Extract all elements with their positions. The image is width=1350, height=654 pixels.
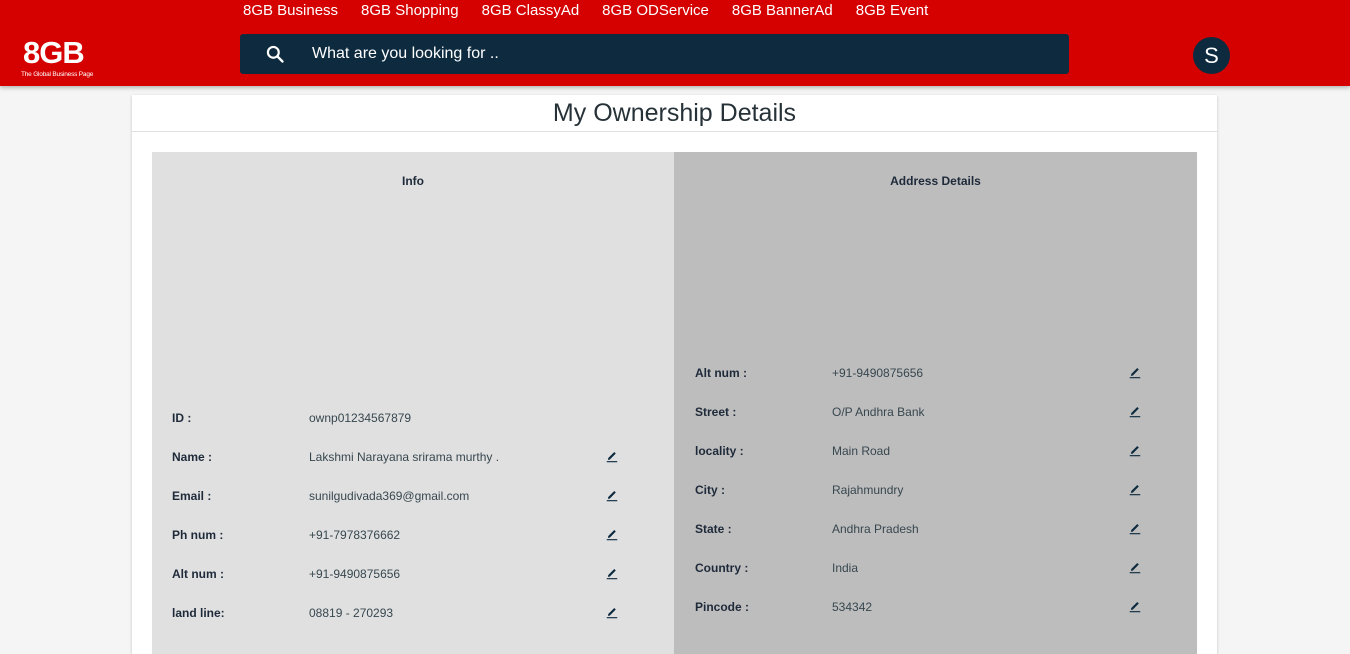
page-title: My Ownership Details bbox=[552, 99, 797, 127]
brand-logo[interactable]: 8GB The Global Business Page bbox=[20, 36, 102, 82]
edit-street-icon[interactable] bbox=[1128, 405, 1142, 419]
edit-name-icon[interactable] bbox=[605, 450, 619, 464]
nav-link-odservice[interactable]: 8GB ODService bbox=[602, 2, 709, 22]
field-value: ownp01234567879 bbox=[309, 411, 412, 425]
address-row-country: Country : India bbox=[695, 558, 1155, 578]
nav-link-event[interactable]: 8GB Event bbox=[856, 2, 929, 22]
field-label: State : bbox=[695, 522, 732, 536]
field-label: Street : bbox=[695, 405, 737, 419]
ownership-card: My Ownership Details Info ID : ownp01234… bbox=[132, 95, 1217, 654]
edit-city-icon[interactable] bbox=[1128, 483, 1142, 497]
nav-link-classyad[interactable]: 8GB ClassyAd bbox=[482, 2, 580, 22]
edit-state-icon[interactable] bbox=[1128, 522, 1142, 536]
address-row-state: State : Andhra Pradesh bbox=[695, 519, 1155, 539]
field-value: Rajahmundry bbox=[832, 483, 904, 497]
field-label: City : bbox=[695, 483, 725, 497]
edit-pincode-icon[interactable] bbox=[1128, 600, 1142, 614]
address-row-alt-num: Alt num : +91-9490875656 bbox=[695, 363, 1155, 383]
edit-alt-num-icon[interactable] bbox=[605, 567, 619, 581]
field-value: +91-9490875656 bbox=[309, 567, 401, 581]
edit-email-icon[interactable] bbox=[605, 489, 619, 503]
nav-link-shopping[interactable]: 8GB Shopping bbox=[361, 2, 459, 22]
field-value: sunilgudivada369@gmail.com bbox=[309, 489, 470, 503]
field-label: ID : bbox=[172, 411, 192, 425]
field-value: 08819 - 270293 bbox=[309, 606, 394, 620]
address-heading: Address Details bbox=[890, 174, 981, 188]
field-label: Alt num : bbox=[172, 567, 224, 581]
nav-link-business[interactable]: 8GB Business bbox=[243, 2, 338, 22]
address-panel: Address Details Alt num : +91-9490875656… bbox=[674, 152, 1197, 654]
field-value: +91-9490875656 bbox=[832, 366, 924, 380]
user-avatar[interactable]: S bbox=[1193, 37, 1230, 74]
field-value: Lakshmi Narayana srirama murthy . bbox=[309, 450, 500, 464]
edit-country-icon[interactable] bbox=[1128, 561, 1142, 575]
search-icon[interactable] bbox=[265, 44, 285, 64]
search-input[interactable] bbox=[312, 34, 1052, 74]
field-label: Name : bbox=[172, 450, 213, 464]
edit-landline-icon[interactable] bbox=[605, 606, 619, 620]
info-row-alt-num: Alt num : +91-9490875656 bbox=[172, 564, 632, 584]
address-row-city: City : Rajahmundry bbox=[695, 480, 1155, 500]
field-value: O/P Andhra Bank bbox=[832, 405, 925, 419]
field-label: Alt num : bbox=[695, 366, 747, 380]
search-bar bbox=[240, 34, 1069, 74]
nav-link-bannerad[interactable]: 8GB BannerAd bbox=[732, 2, 833, 22]
field-value: 534342 bbox=[832, 600, 873, 614]
title-divider bbox=[132, 131, 1217, 132]
info-row-name: Name : Lakshmi Narayana srirama murthy . bbox=[172, 447, 632, 467]
info-heading: Info bbox=[402, 174, 424, 188]
field-value: India bbox=[832, 561, 859, 575]
address-row-pincode: Pincode : 534342 bbox=[695, 597, 1155, 617]
info-row-landline: land line: 08819 - 270293 bbox=[172, 603, 632, 623]
edit-phone-icon[interactable] bbox=[605, 528, 619, 542]
info-row-id: ID : ownp01234567879 bbox=[172, 408, 632, 428]
field-label: Ph num : bbox=[172, 528, 224, 542]
address-row-street: Street : O/P Andhra Bank bbox=[695, 402, 1155, 422]
edit-locality-icon[interactable] bbox=[1128, 444, 1142, 458]
field-label: Pincode : bbox=[695, 600, 750, 614]
logo-text: 8GB bbox=[23, 35, 85, 70]
field-label: land line: bbox=[172, 606, 225, 620]
info-panel: Info ID : ownp01234567879 Name : Lakshmi… bbox=[152, 152, 674, 654]
info-row-email: Email : sunilgudivada369@gmail.com bbox=[172, 486, 632, 506]
field-value: +91-7978376662 bbox=[309, 528, 401, 542]
field-label: Country : bbox=[695, 561, 749, 575]
edit-address-alt-num-icon[interactable] bbox=[1128, 366, 1142, 380]
field-label: Email : bbox=[172, 489, 212, 503]
info-row-phone: Ph num : +91-7978376662 bbox=[172, 525, 632, 545]
field-value: Main Road bbox=[832, 444, 891, 458]
field-label: locality : bbox=[695, 444, 744, 458]
top-nav: 8GB Business 8GB Shopping 8GB ClassyAd 8… bbox=[243, 2, 951, 22]
top-header: 8GB The Global Business Page 8GB Busines… bbox=[0, 0, 1350, 86]
address-row-locality: locality : Main Road bbox=[695, 441, 1155, 461]
logo-tagline: The Global Business Page bbox=[21, 71, 94, 78]
field-value: Andhra Pradesh bbox=[832, 522, 919, 536]
